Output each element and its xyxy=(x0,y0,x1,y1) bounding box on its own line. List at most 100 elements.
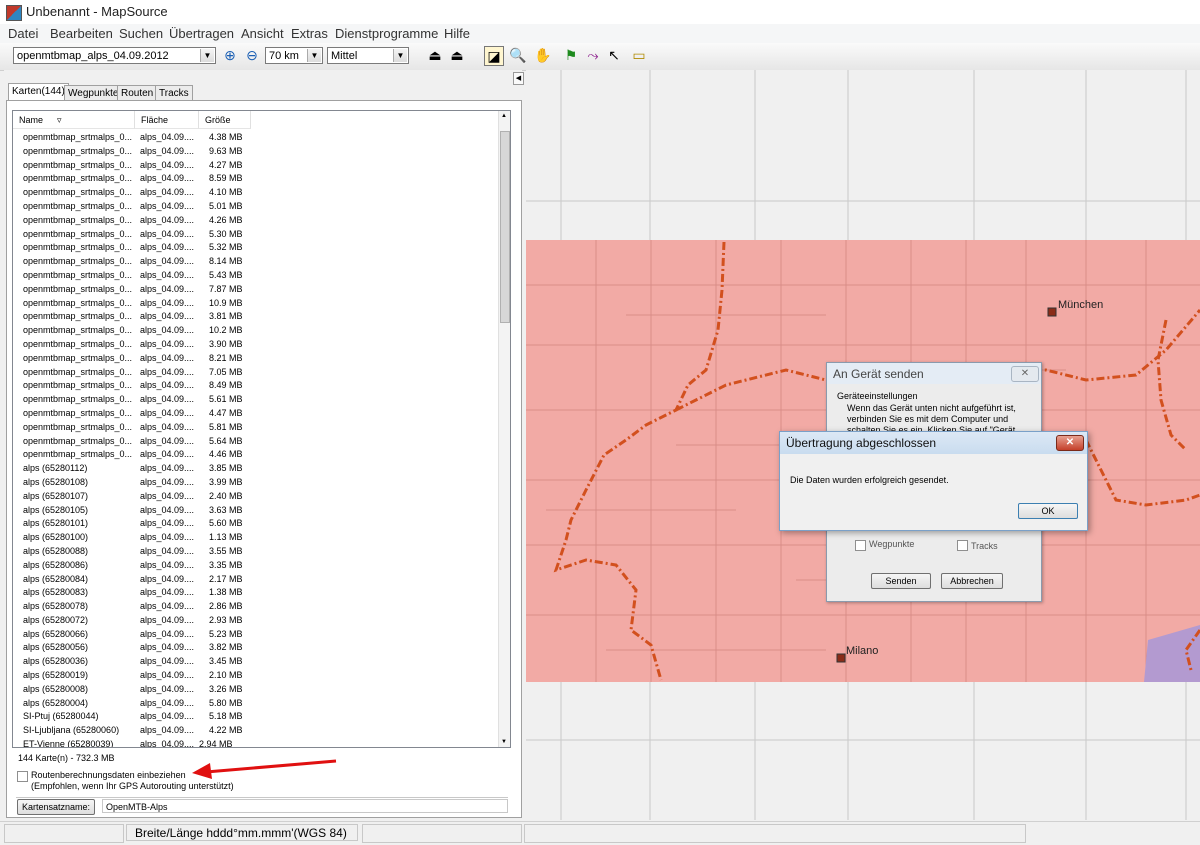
send-to-device-icon[interactable]: ⏏ xyxy=(448,46,466,64)
list-item[interactable]: openmtbmap_srtmalps_0... alps_04.09.... 4.… xyxy=(13,186,499,200)
list-item[interactable]: alps (65280072) alps_04.09.... 2.93 MB xyxy=(13,614,499,628)
list-item[interactable]: openmtbmap_srtmalps_0... alps_04.09.... 8.… xyxy=(13,172,499,186)
send-button[interactable]: Senden xyxy=(871,573,931,589)
tracks-checkbox[interactable] xyxy=(957,540,968,551)
list-item[interactable]: alps (65280004) alps_04.09.... 5.80 MB xyxy=(13,697,499,711)
mapset-name-button[interactable]: Kartensatzname: xyxy=(17,799,95,815)
list-item[interactable]: openmtbmap_srtmalps_0... alps_04.09.... 5.… xyxy=(13,228,499,242)
map-size-cell: 5.81 MB xyxy=(209,421,243,432)
list-item[interactable]: alps (65280056) alps_04.09.... 3.82 MB xyxy=(13,641,499,655)
detail-level-select[interactable]: Mittel ▼ xyxy=(327,47,409,64)
menu-transfer[interactable]: Übertragen xyxy=(169,26,234,41)
tab-waypoints[interactable]: Wegpunkte xyxy=(64,85,123,101)
list-item[interactable]: alps (65280083) alps_04.09.... 1.38 MB xyxy=(13,586,499,600)
tab-tracks[interactable]: Tracks xyxy=(155,85,193,101)
list-item[interactable]: alps (65280108) alps_04.09.... 3.99 MB xyxy=(13,476,499,490)
list-item[interactable]: alps (65280036) alps_04.09.... 3.45 MB xyxy=(13,655,499,669)
list-item[interactable]: openmtbmap_srtmalps_0... alps_04.09.... 3.… xyxy=(13,310,499,324)
zoom-out-icon[interactable]: ⊖ xyxy=(243,46,261,64)
map-name-cell: openmtbmap_srtmalps_0... xyxy=(23,311,133,322)
list-scrollbar[interactable]: ▲ ▼ xyxy=(498,111,510,747)
menu-edit[interactable]: Bearbeiten xyxy=(50,26,113,41)
waypoints-checkbox[interactable] xyxy=(855,540,866,551)
close-icon[interactable]: ✕ xyxy=(1011,366,1039,382)
cancel-button[interactable]: Abbrechen xyxy=(941,573,1003,589)
zoom-tool-icon[interactable]: 🔍 xyxy=(509,46,527,64)
list-item[interactable]: openmtbmap_srtmalps_0... alps_04.09.... 5.… xyxy=(13,421,499,435)
map-area-cell: alps_04.09.... xyxy=(140,283,195,294)
list-item[interactable]: openmtbmap_srtmalps_0... alps_04.09.... 10… xyxy=(13,324,499,338)
list-item[interactable]: openmtbmap_srtmalps_0... alps_04.09.... 10… xyxy=(13,297,499,311)
list-item[interactable]: openmtbmap_srtmalps_0... alps_04.09.... 7.… xyxy=(13,366,499,380)
list-item[interactable]: alps (65280101) alps_04.09.... 5.60 MB xyxy=(13,517,499,531)
divider xyxy=(16,797,508,798)
column-area[interactable]: Fläche xyxy=(135,111,199,129)
list-item[interactable]: alps (65280107) alps_04.09.... 2.40 MB xyxy=(13,490,499,504)
mapset-name-field[interactable]: OpenMTB-Alps xyxy=(102,799,508,813)
close-icon[interactable]: ✕ xyxy=(1056,435,1084,451)
hand-tool-icon[interactable]: ✋ xyxy=(534,46,552,64)
list-item[interactable]: alps (65280066) alps_04.09.... 5.23 MB xyxy=(13,628,499,642)
routing-data-checkbox[interactable] xyxy=(17,771,28,782)
map-product-select[interactable]: openmtbmap_alps_04.09.2012 ▼ xyxy=(13,47,216,64)
tab-maps[interactable]: Karten(144) xyxy=(8,83,69,101)
list-item[interactable]: openmtbmap_srtmalps_0... alps_04.09.... 4.… xyxy=(13,407,499,421)
list-item[interactable]: openmtbmap_srtmalps_0... alps_04.09.... 8.… xyxy=(13,352,499,366)
selection-tool-icon[interactable]: ↖ xyxy=(605,46,623,64)
list-item[interactable]: openmtbmap_srtmalps_0... alps_04.09.... 5.… xyxy=(13,241,499,255)
column-name[interactable]: Name ▿ xyxy=(13,111,135,129)
route-tool-icon[interactable]: ⤳ xyxy=(584,46,602,64)
list-item[interactable]: openmtbmap_srtmalps_0... alps_04.09.... 5.… xyxy=(13,269,499,283)
receive-from-device-icon[interactable]: ⏏ xyxy=(426,46,444,64)
list-item[interactable]: openmtbmap_srtmalps_0... alps_04.09.... 8.… xyxy=(13,255,499,269)
scroll-up-icon[interactable]: ▲ xyxy=(501,113,507,119)
list-item[interactable]: openmtbmap_srtmalps_0... alps_04.09.... 5.… xyxy=(13,200,499,214)
list-item[interactable]: openmtbmap_srtmalps_0... alps_04.09.... 4.… xyxy=(13,159,499,173)
window-title: Unbenannt - MapSource xyxy=(26,4,168,19)
city-marker-munich[interactable] xyxy=(1047,307,1057,317)
menu-extras[interactable]: Extras xyxy=(291,26,328,41)
list-item[interactable]: alps (65280100) alps_04.09.... 1.13 MB xyxy=(13,531,499,545)
list-item[interactable]: alps (65280088) alps_04.09.... 3.55 MB xyxy=(13,545,499,559)
collapse-panel-icon[interactable]: ◀ xyxy=(513,72,524,85)
list-item[interactable]: alps (65280105) alps_04.09.... 3.63 MB xyxy=(13,504,499,518)
waypoint-tool-icon[interactable]: ⚑ xyxy=(562,46,580,64)
list-item[interactable]: alps (65280112) alps_04.09.... 3.85 MB xyxy=(13,462,499,476)
menu-file[interactable]: Datei xyxy=(8,26,38,41)
list-item[interactable]: openmtbmap_srtmalps_0... alps_04.09.... 3.… xyxy=(13,338,499,352)
list-item[interactable]: openmtbmap_srtmalps_0... alps_04.09.... 4.… xyxy=(13,448,499,462)
list-item[interactable]: alps (65280086) alps_04.09.... 3.35 MB xyxy=(13,559,499,573)
scroll-down-icon[interactable]: ▼ xyxy=(501,739,507,745)
list-item[interactable]: alps (65280078) alps_04.09.... 2.86 MB xyxy=(13,600,499,614)
menu-view[interactable]: Ansicht xyxy=(241,26,284,41)
list-item[interactable]: openmtbmap_srtmalps_0... alps_04.09.... 4.… xyxy=(13,214,499,228)
list-item[interactable]: openmtbmap_srtmalps_0... alps_04.09.... 8.… xyxy=(13,379,499,393)
list-item[interactable]: openmtbmap_srtmalps_0... alps_04.09.... 5.… xyxy=(13,435,499,449)
map-area-cell: alps_04.09.... xyxy=(140,518,195,529)
list-item[interactable]: SI-Ptuj (65280044) alps_04.09.... 5.18 MB xyxy=(13,710,499,724)
menu-search[interactable]: Suchen xyxy=(119,26,163,41)
city-marker-milano[interactable] xyxy=(836,653,846,663)
ok-button[interactable]: OK xyxy=(1018,503,1078,519)
menu-help[interactable]: Hilfe xyxy=(444,26,470,41)
menu-utilities[interactable]: Dienstprogramme xyxy=(335,26,438,41)
list-item[interactable]: openmtbmap_srtmalps_0... alps_04.09.... 4.… xyxy=(13,131,499,145)
list-item[interactable]: SI-Ljubljana (65280060) alps_04.09.... 4.2… xyxy=(13,724,499,738)
zoom-scale-select[interactable]: 70 km ▼ xyxy=(265,47,323,64)
maps-list[interactable]: Name ▿ Fläche Größe openmtbmap_srtmalps_0… xyxy=(12,110,511,748)
zoom-in-icon[interactable]: ⊕ xyxy=(221,46,239,64)
column-size[interactable]: Größe xyxy=(199,111,251,129)
scrollbar-thumb[interactable] xyxy=(500,131,510,323)
list-item[interactable]: alps (65280084) alps_04.09.... 2.17 MB xyxy=(13,573,499,587)
list-item[interactable]: openmtbmap_srtmalps_0... alps_04.09.... 9.… xyxy=(13,145,499,159)
tab-routes[interactable]: Routen xyxy=(117,85,158,101)
map-select-tool-icon[interactable]: ◪ xyxy=(484,46,504,66)
distance-tool-icon[interactable]: ▭ xyxy=(630,46,648,64)
list-item[interactable]: openmtbmap_srtmalps_0... alps_04.09.... 7.… xyxy=(13,283,499,297)
map-size-cell: 2.17 MB xyxy=(209,573,243,584)
list-item[interactable]: alps (65280019) alps_04.09.... 2.10 MB xyxy=(13,669,499,683)
map-size-cell: 5.80 MB xyxy=(209,697,243,708)
map-area-cell: alps_04.09.... xyxy=(140,256,195,267)
list-item[interactable]: openmtbmap_srtmalps_0... alps_04.09.... 5.… xyxy=(13,393,499,407)
list-item[interactable]: alps (65280008) alps_04.09.... 3.26 MB xyxy=(13,683,499,697)
